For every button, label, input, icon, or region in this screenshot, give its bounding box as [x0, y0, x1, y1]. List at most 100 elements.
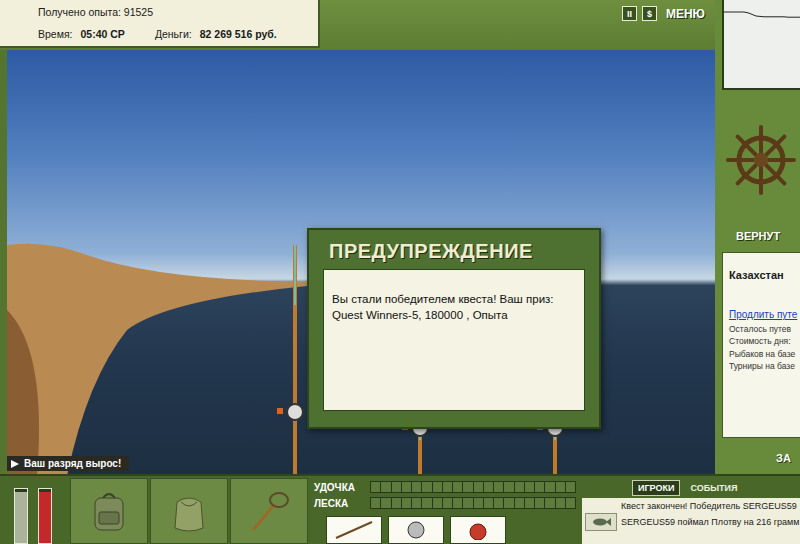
meter-segment [422, 482, 431, 492]
inventory-slot[interactable] [230, 478, 308, 544]
menu-button[interactable]: МЕНЮ [662, 7, 705, 21]
fish-icon [591, 517, 611, 527]
meter-segment [504, 498, 513, 508]
money-label: Деньги: [155, 28, 192, 40]
shore-shadow [7, 310, 39, 474]
meter-segment [371, 498, 380, 508]
meter-segment [535, 482, 544, 492]
meter-segment [484, 482, 493, 492]
scene-frame: ПРЕДУПРЕЖДЕНИЕВы стали победителем квест… [0, 50, 715, 474]
fishing-scene[interactable]: ПРЕДУПРЕЖДЕНИЕВы стали победителем квест… [7, 50, 715, 474]
feed-tab[interactable]: СОБЫТИЯ [684, 480, 743, 496]
location-info: Стоимость дня: [729, 335, 800, 347]
meter-segment [443, 498, 452, 508]
feed-message: SERGEUS59 поймал Плотву на 216 грамм [585, 513, 797, 531]
backpack-icon[interactable] [87, 488, 131, 534]
meter-label: ЛЕСКА [314, 498, 364, 509]
top-bar: Получено опыта: 91525 Время: 05:40 СР Деньг… [0, 0, 715, 50]
meter-segment [484, 498, 493, 508]
game-screen: Получено опыта: 91525 Время: 05:40 СР Деньг… [0, 0, 800, 544]
meter-segment [463, 498, 472, 508]
feed-list: Квест закончен! Победитель SERGEUS59SERG… [582, 498, 800, 544]
rod-status: УДОЧКА ЛЕСКА [308, 476, 576, 544]
fishing-rod[interactable] [277, 245, 303, 474]
rank-notice[interactable]: Ваш разряд вырос! [7, 456, 129, 471]
meter-segment [474, 498, 483, 508]
feed-tabs: ИГРОКИСОБЫТИЯ [582, 480, 800, 496]
meter [370, 497, 576, 509]
meter-segment [525, 482, 534, 492]
tackle-slot[interactable] [326, 516, 382, 544]
dialog-message: Вы стали победителем квеста! Ваш приз:Qu… [323, 269, 585, 411]
money-value: 82 269 516 руб. [200, 28, 277, 40]
line-spool-icon [458, 520, 498, 540]
inventory-slots [70, 476, 308, 544]
meter-segment [556, 498, 565, 508]
depth-chart-box [722, 0, 800, 90]
meter-segment [453, 482, 462, 492]
meter-segment [412, 498, 421, 508]
meter-segment [545, 482, 554, 492]
upper-area: Получено опыта: 91525 Время: 05:40 СР Деньг… [0, 0, 800, 474]
meter-segment [402, 482, 411, 492]
inventory-slot[interactable] [150, 478, 228, 544]
meter-segment [535, 498, 544, 508]
meter-segment [443, 482, 452, 492]
meter-segment [545, 498, 554, 508]
top-icon-button[interactable]: $ [642, 6, 657, 21]
meter-segment [504, 482, 513, 492]
inventory-slot[interactable] [70, 478, 148, 544]
time-value: 05:40 СР [81, 28, 125, 40]
status-row: Время: 05:40 СР Деньги: 82 269 516 руб. [38, 28, 308, 40]
meter-segment [453, 498, 462, 508]
meter-segment [515, 482, 524, 492]
location-info: Осталось путев [729, 323, 800, 335]
meter-segment [474, 482, 483, 492]
meter-segment [371, 482, 380, 492]
meter-segment [556, 482, 565, 492]
dialog-line: Quest Winners-5, 180000 , Опыта [332, 308, 576, 324]
meter-segment [433, 482, 442, 492]
main-column: Получено опыта: 91525 Время: 05:40 СР Деньг… [0, 0, 715, 474]
meter-segment [422, 498, 431, 508]
tackle-slot[interactable] [388, 516, 444, 544]
side-bottom-button[interactable]: ЗА [722, 438, 800, 464]
meter-label: УДОЧКА [314, 482, 364, 493]
meter-segment [392, 482, 401, 492]
meter-segment [412, 482, 421, 492]
depth-line [724, 12, 800, 17]
top-icon-button[interactable]: II [622, 6, 637, 21]
gauge-fill [15, 492, 27, 543]
warning-dialog: ПРЕДУПРЕЖДЕНИЕВы стали победителем квест… [307, 228, 601, 429]
notice-text: Ваш разряд вырос! [24, 458, 121, 469]
hud-panel: Получено опыта: 91525 Время: 05:40 СР Деньг… [0, 0, 320, 48]
gauge [38, 488, 52, 544]
location-info: Рыбаков на базе [729, 348, 800, 360]
depth-chart [724, 0, 800, 88]
top-buttons: II $ МЕНЮ [622, 0, 715, 21]
meter-segment [494, 498, 503, 508]
extend-link[interactable]: Продлить путе [729, 309, 800, 320]
ship-wheel-icon[interactable] [726, 125, 796, 195]
dialog-title: ПРЕДУПРЕЖДЕНИЕ [323, 230, 585, 269]
beach [7, 244, 307, 474]
meter-segment [433, 498, 442, 508]
experience-text: Получено опыта: 91525 [38, 6, 153, 18]
landing-net-icon[interactable] [247, 488, 291, 534]
return-button[interactable]: ВЕРНУТ [722, 230, 800, 252]
meter-row: ЛЕСКА [314, 496, 576, 510]
meter-segment [381, 482, 390, 492]
arrow-icon [11, 460, 19, 468]
meter-segment [566, 498, 575, 508]
feed-tab[interactable]: ИГРОКИ [632, 480, 680, 496]
meter-segment [402, 498, 411, 508]
bottom-bar: УДОЧКА ЛЕСКА ИГРОКИСОБЫТИЯ Квест закончен! … [0, 474, 800, 544]
tackle-slot[interactable] [450, 516, 506, 544]
meter-segment [515, 498, 524, 508]
time-label: Время: [38, 28, 73, 40]
side-panel: ВЕРНУТКазахстанПродлить путеОсталось пут… [715, 0, 800, 474]
dialog-line: Вы стали победителем квеста! Ваш приз: [332, 292, 576, 308]
meter-segment [494, 482, 503, 492]
bag-icon[interactable] [167, 488, 211, 534]
gauges [0, 476, 70, 544]
